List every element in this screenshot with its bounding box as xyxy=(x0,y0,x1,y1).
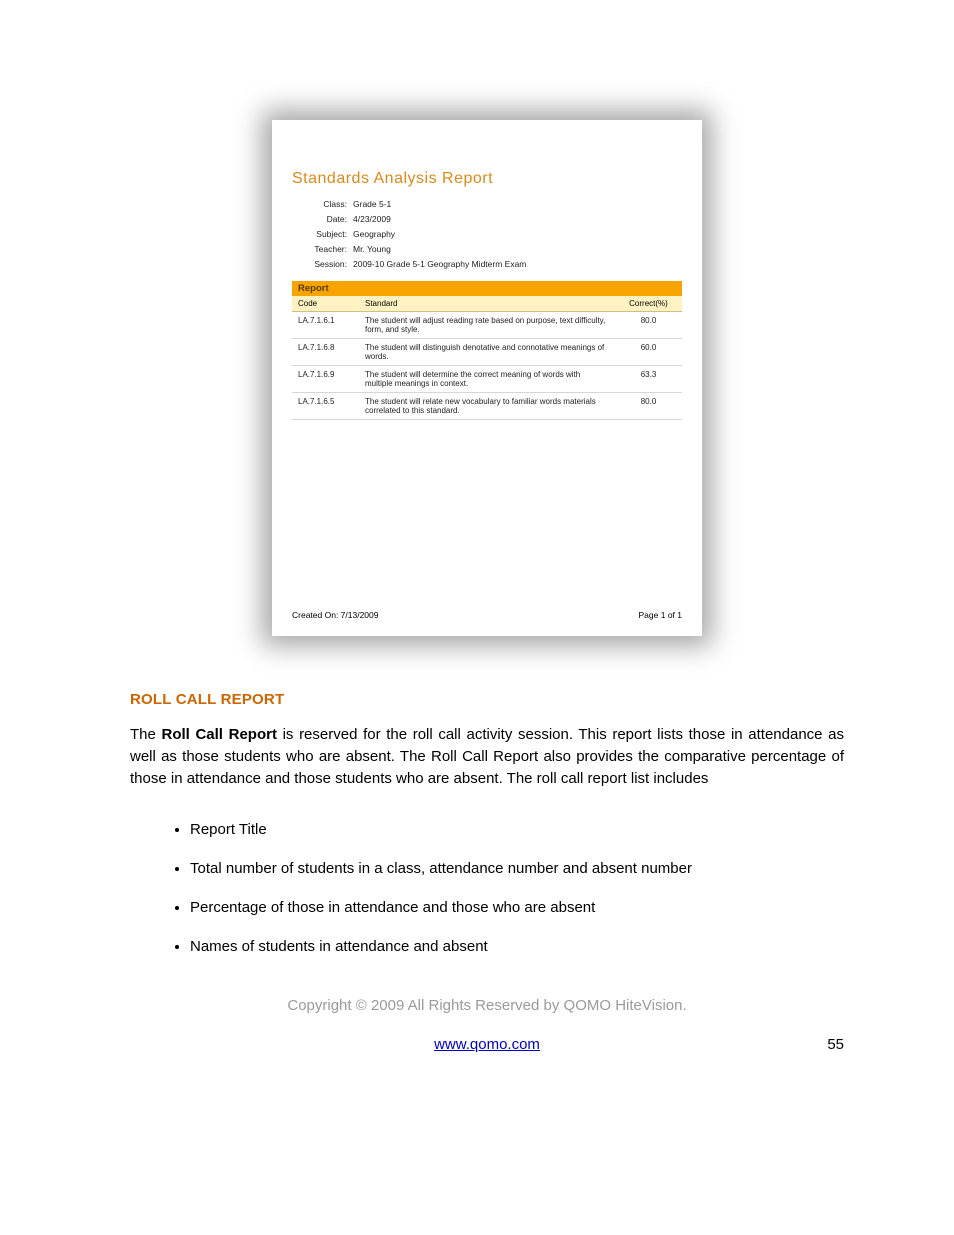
report-meta-table: Class: Grade 5-1 Date: 4/23/2009 Subject… xyxy=(292,196,682,271)
footer-link[interactable]: www.qomo.com xyxy=(434,1036,540,1053)
meta-label-date: Date: xyxy=(292,211,353,226)
report-footer: Created On: 7/13/2009 Page 1 of 1 xyxy=(292,610,682,620)
col-header-standard: Standard xyxy=(359,296,615,312)
table-row: LA.7.1.6.9 The student will determine th… xyxy=(292,366,682,393)
col-header-correct: Correct(%) xyxy=(615,296,682,312)
meta-label-teacher: Teacher: xyxy=(292,241,353,256)
cell-pct: 80.0 xyxy=(615,312,682,339)
cell-standard: The student will relate new vocabulary t… xyxy=(359,393,615,420)
meta-value-session: 2009-10 Grade 5-1 Geography Midterm Exam xyxy=(353,256,682,271)
table-row: LA.7.1.6.1 The student will adjust readi… xyxy=(292,312,682,339)
intro-prefix: The xyxy=(130,726,162,743)
page-indicator: Page 1 of 1 xyxy=(639,610,682,620)
list-item: Names of students in attendance and abse… xyxy=(190,936,844,957)
cell-code: LA.7.1.6.1 xyxy=(292,312,359,339)
cell-code: LA.7.1.6.8 xyxy=(292,339,359,366)
list-item: Total number of students in a class, att… xyxy=(190,858,844,879)
page-number: 55 xyxy=(789,1036,844,1053)
cell-code: LA.7.1.6.5 xyxy=(292,393,359,420)
list-item: Report Title xyxy=(190,819,844,840)
cell-standard: The student will determine the correct m… xyxy=(359,366,615,393)
meta-label-subject: Subject: xyxy=(292,226,353,241)
cell-standard: The student will distinguish denotative … xyxy=(359,339,615,366)
cell-code: LA.7.1.6.9 xyxy=(292,366,359,393)
report-section-header: Report xyxy=(292,281,682,296)
report-screenshot: Standards Analysis Report Class: Grade 5… xyxy=(272,120,702,636)
table-row: LA.7.1.6.5 The student will relate new v… xyxy=(292,393,682,420)
meta-label-session: Session: xyxy=(292,256,353,271)
col-header-code: Code xyxy=(292,296,359,312)
table-row: LA.7.1.6.8 The student will distinguish … xyxy=(292,339,682,366)
cell-standard: The student will adjust reading rate bas… xyxy=(359,312,615,339)
document-page: Standards Analysis Report Class: Grade 5… xyxy=(0,0,954,1235)
created-on: Created On: 7/13/2009 xyxy=(292,610,378,620)
standards-table: Code Standard Correct(%) LA.7.1.6.1 The … xyxy=(292,296,682,420)
feature-list: Report Title Total number of students in… xyxy=(130,819,844,957)
list-item: Percentage of those in attendance and th… xyxy=(190,897,844,918)
page-footer: www.qomo.com 55 xyxy=(130,1036,844,1053)
meta-value-class: Grade 5-1 xyxy=(353,196,682,211)
meta-value-date: 4/23/2009 xyxy=(353,211,682,226)
meta-label-class: Class: xyxy=(292,196,353,211)
section-heading-roll-call: ROLL CALL REPORT xyxy=(130,691,844,708)
intro-bold: Roll Call Report xyxy=(162,726,277,743)
copyright-line: Copyright © 2009 All Rights Reserved by … xyxy=(130,997,844,1014)
report-title: Standards Analysis Report xyxy=(292,170,682,188)
meta-value-teacher: Mr. Young xyxy=(353,241,682,256)
cell-pct: 63.3 xyxy=(615,366,682,393)
meta-value-subject: Geography xyxy=(353,226,682,241)
section-intro-paragraph: The Roll Call Report is reserved for the… xyxy=(130,724,844,789)
cell-pct: 60.0 xyxy=(615,339,682,366)
cell-pct: 80.0 xyxy=(615,393,682,420)
